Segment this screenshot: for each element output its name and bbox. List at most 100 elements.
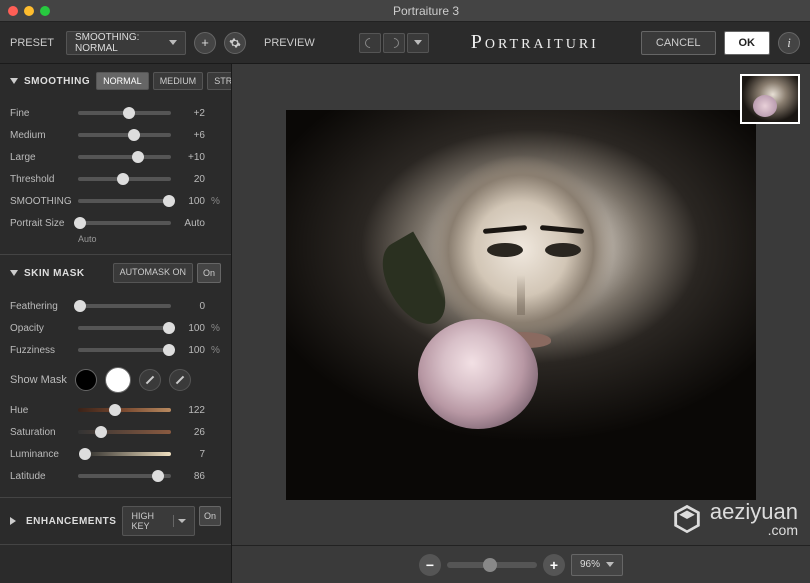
slider-label: Opacity xyxy=(10,323,72,334)
slider-value: 7 xyxy=(177,449,205,460)
slider-value: 26 xyxy=(177,427,205,438)
mask-swatch-white[interactable] xyxy=(105,367,131,393)
slider-row: Saturation 26 xyxy=(10,421,221,443)
window-title: Portraiture 3 xyxy=(50,4,802,18)
zoom-out-button[interactable]: − xyxy=(419,554,441,576)
compare-button[interactable] xyxy=(407,33,429,53)
slider-knob[interactable] xyxy=(163,195,175,207)
smoothing-mode-normal[interactable]: NORMAL xyxy=(96,72,149,90)
slider-row: Luminance 7 xyxy=(10,443,221,465)
cancel-button[interactable]: CANCEL xyxy=(641,31,716,55)
slider-knob[interactable] xyxy=(132,151,144,163)
slider-knob[interactable] xyxy=(123,107,135,119)
mask-swatch-black[interactable] xyxy=(75,369,97,391)
slider-knob[interactable] xyxy=(79,448,91,460)
zoom-in-button[interactable]: + xyxy=(543,554,565,576)
skinmask-title: SKIN MASK xyxy=(24,268,85,279)
enhancements-title: ENHANCEMENTS xyxy=(26,516,116,527)
slider-row: SMOOTHING100% xyxy=(10,190,221,212)
eyedropper-remove-button[interactable] xyxy=(169,369,191,391)
slider-track[interactable] xyxy=(78,111,171,115)
slider-row: Large+10 xyxy=(10,146,221,168)
navigator-thumbnail[interactable] xyxy=(740,74,800,124)
info-button[interactable]: i xyxy=(778,32,800,54)
slider-row: Opacity100% xyxy=(10,317,221,339)
slider-value: 122 xyxy=(177,405,205,416)
preset-dropdown[interactable]: SMOOTHING: NORMAL xyxy=(66,31,186,55)
eyedropper-icon xyxy=(146,376,154,384)
slider-value: 100 xyxy=(177,323,205,334)
slider-row: Portrait SizeAuto xyxy=(10,212,221,234)
preview-label: PREVIEW xyxy=(264,37,315,49)
undo-icon xyxy=(363,35,377,49)
chevron-down-icon xyxy=(606,562,614,567)
slider-unit: % xyxy=(211,345,221,356)
chevron-down-icon xyxy=(414,40,422,45)
slider-label: Medium xyxy=(10,130,72,141)
slider-knob[interactable] xyxy=(163,344,175,356)
redo-button[interactable] xyxy=(383,33,405,53)
slider-label: Large xyxy=(10,152,72,163)
zoom-slider-knob[interactable] xyxy=(483,558,497,572)
eyedropper-add-button[interactable] xyxy=(139,369,161,391)
smoothing-section-header[interactable]: SMOOTHING NORMAL MEDIUM STRONG xyxy=(0,64,231,98)
slider-track[interactable] xyxy=(78,348,171,352)
slider-row: Threshold20 xyxy=(10,168,221,190)
undo-button[interactable] xyxy=(359,33,381,53)
slider-value: +2 xyxy=(177,108,205,119)
slider-track[interactable] xyxy=(78,155,171,159)
minimize-window-icon[interactable] xyxy=(24,6,34,16)
ok-button[interactable]: OK xyxy=(724,31,771,55)
zoom-dropdown[interactable]: 96% xyxy=(571,554,623,576)
automask-button[interactable]: AUTOMASK ON xyxy=(113,263,193,283)
smoothing-mode-medium[interactable]: MEDIUM xyxy=(153,72,204,90)
slider-track[interactable] xyxy=(78,221,171,225)
slider-knob[interactable] xyxy=(74,217,86,229)
slider-value: Auto xyxy=(177,218,205,229)
brand-title: Portraituri xyxy=(471,31,599,54)
slider-label: SMOOTHING xyxy=(10,196,72,207)
zoom-slider[interactable] xyxy=(447,562,537,568)
slider-label: Saturation xyxy=(10,427,72,438)
enhancements-preset-dropdown[interactable]: HIGH KEY xyxy=(122,506,195,536)
slider-knob[interactable] xyxy=(117,173,129,185)
close-window-icon[interactable] xyxy=(8,6,18,16)
slider-track[interactable] xyxy=(78,452,171,456)
slider-track[interactable] xyxy=(78,430,171,434)
slider-row: Medium +6 xyxy=(10,124,221,146)
maximize-window-icon[interactable] xyxy=(40,6,50,16)
slider-value: 0 xyxy=(177,301,205,312)
slider-track[interactable] xyxy=(78,177,171,181)
slider-track[interactable] xyxy=(78,133,171,137)
chevron-down-icon xyxy=(169,40,177,45)
slider-row: Feathering 0 xyxy=(10,295,221,317)
slider-value: +6 xyxy=(177,130,205,141)
slider-track[interactable] xyxy=(78,408,171,412)
enhancements-toggle[interactable]: On xyxy=(199,506,221,526)
showmask-label: Show Mask xyxy=(10,374,67,386)
redo-icon xyxy=(387,35,401,49)
add-preset-button[interactable]: + xyxy=(194,32,216,54)
settings-button[interactable] xyxy=(224,32,246,54)
slider-knob[interactable] xyxy=(74,300,86,312)
skinmask-toggle[interactable]: On xyxy=(197,263,221,283)
slider-label: Luminance xyxy=(10,449,72,460)
slider-label: Feathering xyxy=(10,301,72,312)
smoothing-mode-strong[interactable]: STRONG xyxy=(207,72,232,90)
preset-dropdown-value: SMOOTHING: NORMAL xyxy=(75,32,169,54)
slider-track[interactable] xyxy=(78,199,171,203)
preview-image[interactable] xyxy=(286,110,756,500)
enhancements-section-header[interactable]: ENHANCEMENTS HIGH KEY On xyxy=(0,498,231,544)
slider-knob[interactable] xyxy=(152,470,164,482)
slider-knob[interactable] xyxy=(163,322,175,334)
slider-knob[interactable] xyxy=(128,129,140,141)
enhancements-preset-value: HIGH KEY xyxy=(131,511,169,531)
slider-track[interactable] xyxy=(78,304,171,308)
skinmask-section-header[interactable]: SKIN MASK AUTOMASK ON On xyxy=(0,255,231,291)
slider-knob[interactable] xyxy=(95,426,107,438)
gear-icon xyxy=(229,37,241,49)
slider-knob[interactable] xyxy=(109,404,121,416)
slider-track[interactable] xyxy=(78,474,171,478)
slider-row: Fuzziness100% xyxy=(10,339,221,361)
slider-track[interactable] xyxy=(78,326,171,330)
